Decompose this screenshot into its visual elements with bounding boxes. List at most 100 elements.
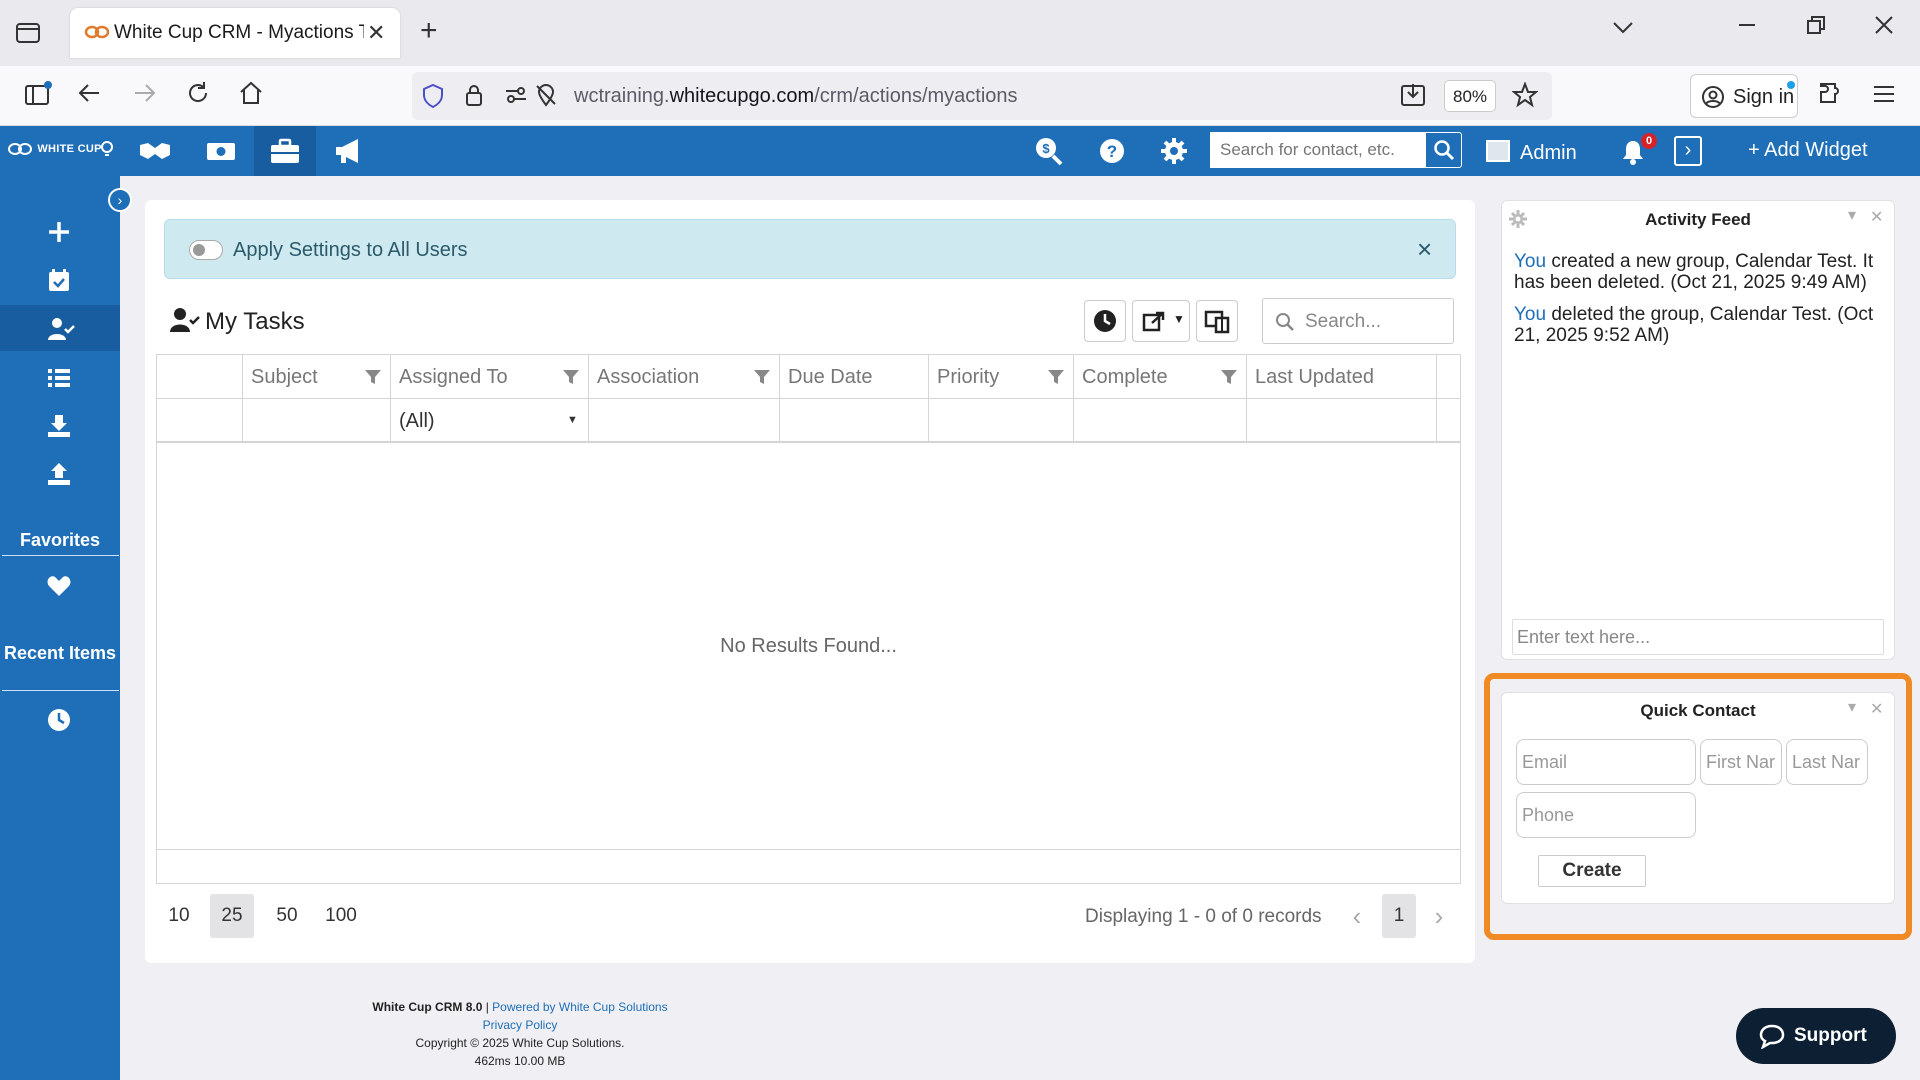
close-window-icon[interactable] bbox=[1874, 14, 1894, 42]
new-tab-icon[interactable]: + bbox=[420, 16, 438, 46]
user-avatar-icon[interactable] bbox=[1486, 140, 1510, 162]
sidebar-item-upload[interactable] bbox=[0, 450, 120, 496]
column-header-subject[interactable]: Subject bbox=[243, 355, 391, 399]
contact-search-input[interactable] bbox=[1210, 132, 1415, 168]
white-cup-logo[interactable]: WHITE CUP bbox=[6, 142, 102, 156]
column-header-last-updated[interactable]: Last Updated bbox=[1247, 355, 1437, 399]
privacy-policy-link[interactable]: Privacy Policy bbox=[120, 1016, 920, 1034]
assigned-filter-value: (All) bbox=[399, 410, 435, 432]
page-size-50[interactable]: 50 bbox=[272, 894, 302, 938]
megaphone-icon[interactable] bbox=[332, 135, 366, 167]
filter-cell-subject[interactable] bbox=[243, 399, 391, 443]
history-button[interactable] bbox=[1084, 300, 1126, 342]
sidebar-item-calendar[interactable] bbox=[0, 256, 120, 302]
money-icon[interactable] bbox=[204, 135, 238, 167]
extensions-icon[interactable] bbox=[1814, 80, 1846, 112]
support-button[interactable]: Support bbox=[1736, 1008, 1896, 1064]
page-size-100[interactable]: 100 bbox=[321, 894, 361, 938]
filter-icon[interactable] bbox=[364, 368, 382, 386]
column-header-association[interactable]: Association bbox=[589, 355, 780, 399]
zoom-level[interactable]: 80% bbox=[1444, 80, 1496, 112]
add-widget-button[interactable]: + Add Widget bbox=[1748, 139, 1868, 162]
bookmark-star-icon[interactable] bbox=[1511, 81, 1539, 113]
activity-feed-widget: Activity Feed ▾ ✕ You created a new grou… bbox=[1501, 200, 1895, 660]
filter-cell-priority[interactable] bbox=[929, 399, 1074, 443]
activity-feed-title: Activity Feed bbox=[1645, 210, 1751, 229]
feed-actor-link[interactable]: You bbox=[1514, 251, 1546, 272]
lightbulb-icon[interactable] bbox=[100, 140, 114, 165]
nav-tools-active[interactable] bbox=[254, 126, 316, 176]
widget-collapse-icon[interactable]: ▾ bbox=[1848, 205, 1856, 225]
feed-actor-link[interactable]: You bbox=[1514, 304, 1546, 325]
powered-by-link[interactable]: Powered by White Cup Solutions bbox=[492, 1000, 667, 1014]
next-page-icon[interactable]: › bbox=[1427, 894, 1451, 938]
handshake-icon[interactable] bbox=[138, 135, 172, 167]
sign-in-button[interactable]: Sign in bbox=[1690, 74, 1798, 118]
browser-tab-active[interactable]: White Cup CRM - Myactions Tas ✕ bbox=[70, 8, 400, 58]
sidebar-toggle-icon[interactable] bbox=[22, 80, 54, 112]
current-page-button[interactable]: 1 bbox=[1382, 894, 1416, 938]
download-icon[interactable] bbox=[1400, 82, 1426, 113]
sidebar-item-my-tasks[interactable] bbox=[0, 305, 120, 351]
column-header-complete[interactable]: Complete bbox=[1074, 355, 1247, 399]
prev-page-icon[interactable]: ‹ bbox=[1345, 894, 1369, 938]
home-icon[interactable] bbox=[235, 80, 267, 112]
feed-entry-text: created a new group, Calendar Test. It h… bbox=[1514, 251, 1874, 293]
user-tasks-icon bbox=[169, 306, 201, 339]
filter-cell-complete[interactable] bbox=[1074, 399, 1247, 443]
menu-icon[interactable] bbox=[1868, 80, 1900, 112]
list-icon bbox=[48, 369, 70, 387]
tab-overflow-chevron-icon[interactable] bbox=[1612, 14, 1634, 42]
shield-icon[interactable] bbox=[422, 83, 444, 114]
back-icon[interactable] bbox=[74, 80, 106, 112]
sidebar-item-add[interactable] bbox=[0, 208, 120, 254]
minimize-icon[interactable] bbox=[1737, 14, 1757, 42]
user-name[interactable]: Admin bbox=[1520, 142, 1577, 165]
filter-cell-association[interactable] bbox=[589, 399, 780, 443]
tab-title: White Cup CRM - Myactions Tas bbox=[114, 22, 364, 43]
sidebar-item-favorites[interactable] bbox=[0, 562, 120, 608]
assigned-to-filter-select[interactable]: (All) ▼ bbox=[391, 399, 589, 443]
column-header-priority[interactable]: Priority bbox=[929, 355, 1074, 399]
sidebar-item-recent[interactable] bbox=[0, 696, 120, 742]
column-header-assigned-to[interactable]: Assigned To bbox=[391, 355, 589, 399]
briefcase-icon bbox=[271, 138, 299, 163]
sidebar-item-list[interactable] bbox=[0, 354, 120, 400]
forward-icon[interactable] bbox=[128, 80, 160, 112]
expand-panel-button[interactable]: › bbox=[1674, 136, 1702, 166]
lock-icon[interactable] bbox=[464, 83, 484, 112]
filter-icon[interactable] bbox=[753, 368, 771, 386]
contact-search-field[interactable] bbox=[1210, 132, 1425, 168]
filter-icon[interactable] bbox=[1220, 368, 1238, 386]
feed-text-input[interactable]: Enter text here... bbox=[1512, 619, 1884, 655]
settings-gear-icon[interactable] bbox=[1157, 135, 1191, 167]
page-size-25[interactable]: 25 bbox=[210, 894, 254, 938]
sidebar-item-download[interactable] bbox=[0, 402, 120, 448]
restore-icon[interactable] bbox=[1806, 14, 1826, 42]
filter-icon[interactable] bbox=[1047, 368, 1065, 386]
reload-icon[interactable] bbox=[182, 80, 214, 112]
sales-search-icon[interactable]: $ bbox=[1032, 135, 1066, 167]
sidebar-collapse-button[interactable]: › bbox=[108, 188, 132, 212]
grid-search-field[interactable]: Search... bbox=[1262, 298, 1454, 344]
widget-close-icon[interactable]: ✕ bbox=[1870, 207, 1883, 227]
export-dropdown-button[interactable]: ▼ bbox=[1132, 300, 1190, 342]
settings-alert: Apply Settings to All Users × bbox=[164, 219, 1456, 279]
alert-close-icon[interactable]: × bbox=[1417, 234, 1432, 265]
tab-list-icon[interactable] bbox=[14, 19, 46, 47]
columns-button[interactable] bbox=[1196, 300, 1238, 342]
page-size-10[interactable]: 10 bbox=[166, 894, 192, 938]
contact-search-button[interactable] bbox=[1425, 132, 1462, 168]
apply-settings-toggle[interactable] bbox=[189, 240, 223, 260]
column-header-due-date[interactable]: Due Date bbox=[780, 355, 929, 399]
permissions-icon[interactable] bbox=[504, 85, 528, 110]
tab-close-icon[interactable]: ✕ bbox=[367, 20, 385, 46]
url-text[interactable]: wctraining.whitecupgo.com/crm/actions/my… bbox=[574, 85, 1018, 108]
filter-cell-due-date[interactable] bbox=[780, 399, 929, 443]
help-icon[interactable]: ? bbox=[1095, 135, 1129, 167]
filter-cell-last-updated[interactable] bbox=[1247, 399, 1437, 443]
tracking-protection-icon[interactable] bbox=[534, 83, 558, 112]
filter-icon[interactable] bbox=[562, 368, 580, 386]
column-label: Last Updated bbox=[1255, 366, 1374, 388]
address-bar[interactable]: wctraining.whitecupgo.com/crm/actions/my… bbox=[412, 72, 1552, 120]
